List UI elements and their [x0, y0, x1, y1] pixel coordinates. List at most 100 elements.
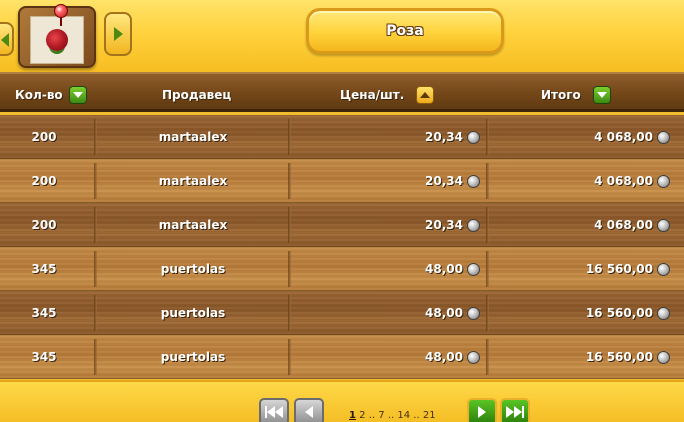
coin-icon — [467, 174, 480, 188]
table-row[interactable]: 200 martaalex 20,34 4 068,00 — [0, 203, 684, 247]
page-links: 1 2 .. 7 .. 14 .. 21 — [349, 410, 436, 421]
row-total: 4 068,00 — [492, 159, 670, 203]
column-header-quantity[interactable]: Кол-во — [15, 85, 87, 105]
column-divider — [94, 251, 97, 287]
row-quantity: 200 — [31, 218, 57, 232]
first-page-button[interactable] — [259, 398, 289, 422]
row-total: 16 560,00 — [492, 335, 670, 379]
column-divider — [486, 207, 489, 243]
pagination-bar: 1 2 .. 7 .. 14 .. 21 — [0, 380, 684, 422]
coin-icon — [467, 306, 480, 320]
page-link[interactable]: 7 — [378, 410, 384, 421]
column-label-seller: Продавец — [162, 88, 232, 102]
row-price: 20,34 — [292, 159, 480, 203]
column-divider — [94, 163, 97, 199]
next-item-button[interactable] — [104, 12, 132, 56]
arrow-right-icon — [514, 406, 522, 418]
sort-down-icon — [596, 92, 607, 98]
arrow-left-icon — [305, 406, 313, 418]
arrow-left-icon — [1, 33, 9, 47]
row-quantity: 345 — [31, 306, 57, 320]
last-page-icon — [522, 406, 524, 418]
row-quantity: 200 — [31, 174, 57, 188]
total-value: 4 068,00 — [594, 130, 653, 144]
table-row[interactable]: 345 puertolas 48,00 16 560,00 — [0, 291, 684, 335]
column-header-seller: Продавец — [162, 85, 231, 105]
price-value: 20,34 — [425, 130, 463, 144]
row-price: 20,34 — [292, 115, 480, 159]
column-label-total: Итого — [541, 88, 581, 102]
table-header: Кол-во Продавец Цена/шт. Итого — [0, 72, 684, 112]
row-seller: puertolas — [160, 306, 226, 320]
current-page[interactable]: 1 — [349, 410, 356, 421]
table-row[interactable]: 345 puertolas 48,00 16 560,00 — [0, 335, 684, 379]
row-seller: martaalex — [158, 218, 228, 232]
row-price: 48,00 — [292, 291, 480, 335]
column-label-price: Цена/шт. — [340, 88, 405, 102]
coin-icon — [657, 350, 670, 364]
top-bar: Роза — [0, 0, 684, 72]
table-row[interactable]: 345 puertolas 48,00 16 560,00 — [0, 247, 684, 291]
column-divider — [486, 119, 489, 155]
sort-quantity-button[interactable] — [68, 86, 87, 104]
row-seller: puertolas — [160, 262, 226, 276]
column-divider — [288, 339, 291, 375]
next-page-button[interactable] — [467, 398, 497, 422]
row-seller: martaalex — [158, 130, 228, 144]
price-value: 48,00 — [425, 350, 463, 364]
column-divider — [94, 207, 97, 243]
sort-total-button[interactable] — [592, 86, 611, 104]
item-image — [30, 16, 84, 64]
column-divider — [486, 295, 489, 331]
arrow-right-icon — [478, 406, 486, 418]
total-value: 16 560,00 — [585, 350, 653, 364]
previous-page-button[interactable] — [294, 398, 324, 422]
page-link[interactable]: 14 — [397, 410, 410, 421]
coin-icon — [467, 262, 480, 276]
row-total: 4 068,00 — [492, 115, 670, 159]
previous-item-button[interactable] — [0, 22, 14, 56]
column-divider — [486, 339, 489, 375]
column-header-price[interactable]: Цена/шт. — [340, 85, 435, 105]
row-total: 4 068,00 — [492, 203, 670, 247]
sort-up-icon — [420, 92, 431, 98]
coin-icon — [657, 218, 670, 232]
column-divider — [288, 163, 291, 199]
arrow-left-icon — [275, 406, 283, 418]
total-value: 16 560,00 — [585, 262, 653, 276]
column-divider — [94, 295, 97, 331]
row-total: 16 560,00 — [492, 291, 670, 335]
page-ellipsis: .. — [413, 410, 420, 421]
column-header-total[interactable]: Итого — [541, 85, 611, 105]
last-page-button[interactable] — [500, 398, 530, 422]
sort-down-icon — [72, 92, 83, 98]
table-row[interactable]: 200 martaalex 20,34 4 068,00 — [0, 159, 684, 203]
item-title: Роза — [386, 23, 424, 39]
coin-icon — [657, 262, 670, 276]
item-title-panel: Роза — [306, 8, 504, 54]
coin-icon — [657, 130, 670, 144]
arrow-right-icon — [506, 406, 514, 418]
arrow-left-icon — [267, 406, 275, 418]
rose-icon — [46, 29, 68, 51]
coin-icon — [467, 130, 480, 144]
column-divider — [288, 295, 291, 331]
offers-table: 200 martaalex 20,34 4 068,00 200 martaal… — [0, 115, 684, 380]
table-row[interactable]: 200 martaalex 20,34 4 068,00 — [0, 115, 684, 159]
row-price: 48,00 — [292, 247, 480, 291]
column-divider — [288, 251, 291, 287]
arrow-right-icon — [114, 27, 123, 41]
row-price: 20,34 — [292, 203, 480, 247]
column-divider — [486, 163, 489, 199]
price-value: 48,00 — [425, 262, 463, 276]
coin-icon — [657, 306, 670, 320]
row-quantity: 345 — [31, 350, 57, 364]
page-link[interactable]: 2 — [359, 410, 365, 421]
coin-icon — [657, 174, 670, 188]
item-card — [18, 4, 96, 68]
row-quantity: 345 — [31, 262, 57, 276]
page-link[interactable]: 21 — [423, 410, 436, 421]
column-divider — [486, 251, 489, 287]
sort-price-button[interactable] — [416, 86, 435, 104]
total-value: 4 068,00 — [594, 174, 653, 188]
